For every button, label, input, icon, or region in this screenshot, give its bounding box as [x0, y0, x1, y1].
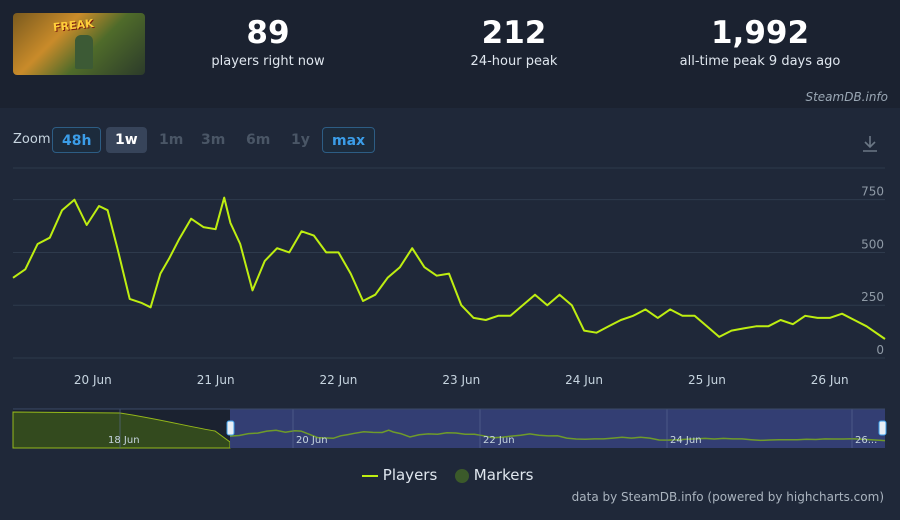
zoom-1m-button[interactable]: 1m: [150, 127, 192, 153]
stat-value: 89: [246, 15, 290, 51]
highcharts-credit[interactable]: data by SteamDB.info (powered by highcha…: [572, 490, 884, 504]
navigator-right-handle[interactable]: [878, 420, 887, 436]
x-tick-label: 24 Jun: [565, 373, 603, 387]
legend-players-label: Players: [382, 466, 438, 484]
stats-header: FREAK 89 players right now 212 24-hour p…: [0, 0, 900, 88]
stat-all-time-peak: 1,992 all-time peak 9 days ago: [660, 14, 860, 72]
range-navigator[interactable]: 18 Jun 20 Jun 22 Jun 24 Jun 26...: [12, 408, 887, 449]
zoom-6m-button[interactable]: 6m: [237, 127, 279, 153]
zoom-1w-button[interactable]: 1w: [106, 127, 147, 153]
legend-markers-label: Markers: [473, 466, 534, 484]
stat-current-players: 89 players right now: [168, 14, 368, 72]
y-tick-label: 500: [861, 237, 884, 251]
stat-label: 24-hour peak: [470, 54, 558, 69]
stat-label: all-time peak 9 days ago: [679, 54, 841, 69]
zoom-max-button[interactable]: max: [322, 127, 376, 153]
navigator-label: 22 Jun: [483, 435, 515, 446]
game-character-art: [75, 35, 93, 69]
x-tick-label: 23 Jun: [442, 373, 480, 387]
x-tick-label: 25 Jun: [688, 373, 726, 387]
players-line[interactable]: [12, 196, 886, 340]
y-tick-label: 750: [861, 185, 884, 199]
steamdb-credit[interactable]: SteamDB.info: [805, 90, 888, 104]
zoom-48h-button[interactable]: 48h: [52, 127, 102, 153]
game-header-image[interactable]: FREAK: [13, 13, 145, 75]
stat-value: 1,992: [710, 15, 810, 51]
navigator-label: 24 Jun: [670, 435, 702, 446]
zoom-label: Zoom: [13, 132, 51, 147]
x-axis-ticks: 20 Jun 21 Jun 22 Jun 23 Jun 24 Jun 25 Jun 26 J…: [74, 373, 849, 387]
legend-markers[interactable]: Markers: [455, 466, 533, 484]
stat-24h-peak: 212 24-hour peak: [414, 14, 614, 72]
navigator-label: 18 Jun: [108, 435, 140, 446]
legend-players[interactable]: Players: [362, 466, 437, 484]
y-tick-label: 0: [876, 343, 884, 357]
players-line-icon: [362, 474, 378, 477]
stat-label: players right now: [211, 54, 325, 69]
chart-grid: [13, 167, 885, 359]
stat-value: 212: [481, 15, 547, 51]
navigator-left-handle[interactable]: [226, 420, 235, 436]
players-series[interactable]: [12, 196, 886, 340]
navigator-label: 26...: [855, 435, 877, 446]
game-logo: FREAK: [52, 16, 95, 35]
markers-dot-icon: [455, 468, 469, 483]
x-tick-label: 26 Jun: [811, 373, 849, 387]
y-tick-label: 250: [861, 290, 884, 304]
x-tick-label: 21 Jun: [197, 373, 235, 387]
player-count-chart: 0 250 500 750 20 Jun 21 Jun 22 Jun 23 Jun 24 Ju…: [12, 167, 887, 449]
x-tick-label: 22 Jun: [320, 373, 358, 387]
x-tick-label: 20 Jun: [74, 373, 112, 387]
zoom-3m-button[interactable]: 3m: [192, 127, 234, 153]
navigator-selected-range: [230, 409, 885, 448]
zoom-1y-button[interactable]: 1y: [282, 127, 319, 153]
navigator-label: 20 Jun: [296, 435, 328, 446]
download-icon[interactable]: [860, 134, 880, 154]
